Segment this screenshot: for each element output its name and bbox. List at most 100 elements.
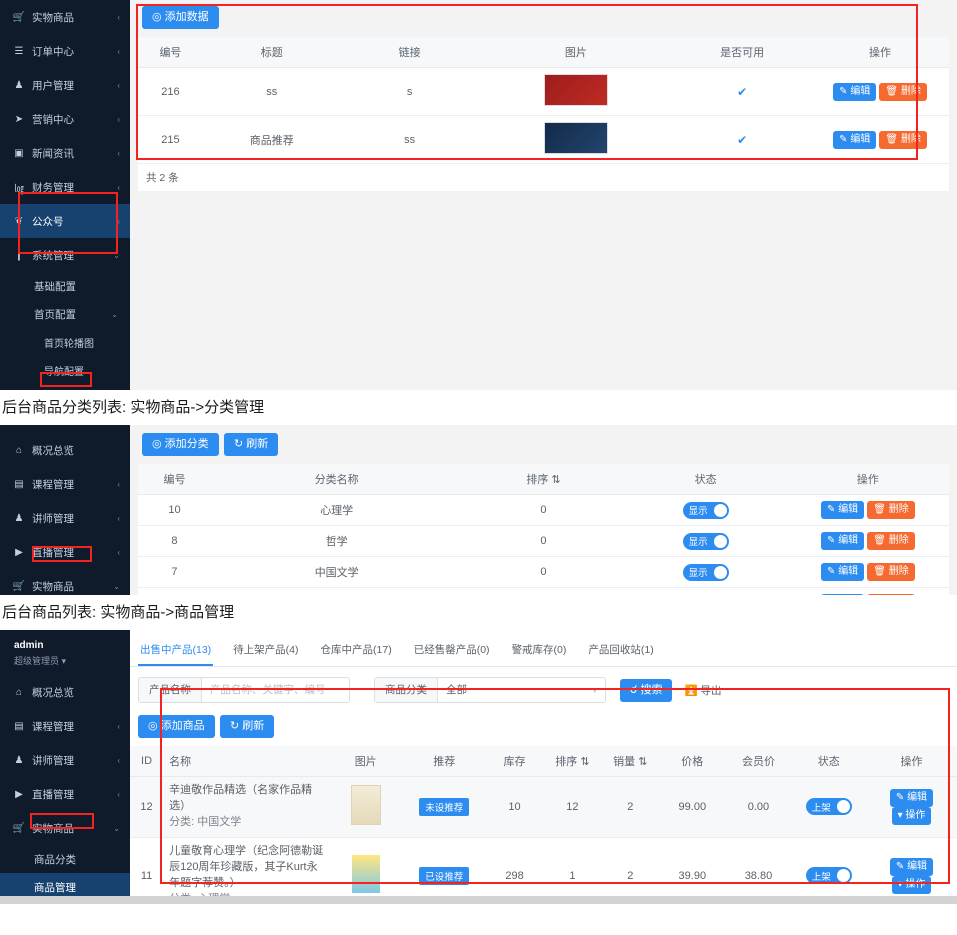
delete-button[interactable]: 🗑 删除 bbox=[867, 501, 915, 519]
edit-button[interactable]: ✎ 编辑 bbox=[833, 82, 877, 101]
table-row[interactable]: 8 哲学 0 显示 ✎ 编辑 🗑 删除 bbox=[138, 525, 949, 557]
shelf-toggle[interactable]: 上架 bbox=[805, 798, 852, 816]
tab-sold-out[interactable]: 已经售罄产品(0) bbox=[412, 638, 492, 666]
sidebar-item-shiwushangpin[interactable]: 🛒 实物商品 ⌄ bbox=[0, 569, 130, 595]
sidebar-item-jichupeizhi[interactable]: 基础配置 bbox=[0, 272, 130, 300]
recommend-badge[interactable]: 未设推荐 bbox=[419, 797, 470, 816]
edit-button[interactable]: ✎ 编辑 bbox=[889, 788, 934, 807]
status-toggle[interactable]: 显示 bbox=[682, 532, 729, 550]
tab-low-stock[interactable]: 警戒库存(0) bbox=[510, 638, 569, 666]
cart-icon: 🛒 bbox=[12, 822, 26, 834]
edit-button[interactable]: ✎ 编辑 bbox=[821, 532, 865, 550]
sort-icon[interactable]: ⇅ bbox=[551, 474, 560, 486]
sidebar-item-shiwushangpin[interactable]: 🛒 实物商品 ‹ bbox=[0, 0, 130, 34]
table-row[interactable]: 12 辛迪敬作品精选（名家作品精选） 分类: 中国文学 未设推荐 10 12 2… bbox=[130, 776, 957, 838]
sidebar-item-kechengguanli[interactable]: ▤ 课程管理 ‹ bbox=[0, 467, 130, 501]
col-sales[interactable]: 销量 ⇅ bbox=[601, 746, 660, 777]
cell-image bbox=[478, 67, 674, 116]
trash-icon: 🗑 bbox=[885, 85, 899, 97]
sidebar-item-yonghuguanli[interactable]: ♟ 用户管理 ‹ bbox=[0, 68, 130, 102]
status-toggle[interactable]: 显示 bbox=[682, 563, 729, 581]
sidebar-item-shouyehuodong[interactable]: 首页活动 bbox=[0, 384, 130, 390]
sidebar-sub-label: 首页配置 bbox=[34, 308, 76, 321]
pencil-icon: ✎ bbox=[895, 791, 905, 803]
sidebar-item-zhibaoguanli[interactable]: ▶ 直播管理 ‹ bbox=[0, 777, 130, 811]
tab-in-warehouse[interactable]: 仓库中产品(17) bbox=[319, 638, 394, 666]
sidebar-item-shangpinfenlei[interactable]: 商品分类 bbox=[0, 845, 130, 873]
sidebar-item-zhibaoguanli[interactable]: ▶ 直播管理 ‹ bbox=[0, 535, 130, 569]
sidebar-item-label: 实物商品 bbox=[32, 580, 74, 593]
add-product-button[interactable]: ◎ 添加商品 bbox=[138, 715, 215, 738]
refresh-button[interactable]: ↻ 刷新 bbox=[224, 433, 279, 456]
category-filter[interactable]: 商品分类 全部 ▾ bbox=[374, 677, 606, 703]
category-select-value[interactable]: 全部 bbox=[438, 678, 475, 702]
status-toggle[interactable]: 显示 bbox=[682, 501, 729, 519]
search-button[interactable]: ☌ 搜索 bbox=[620, 678, 673, 702]
sidebar-item-label: 讲师管理 bbox=[32, 512, 74, 525]
tab-pending-shelf[interactable]: 待上架产品(4) bbox=[231, 638, 300, 666]
sidebar-sub-label: 基础配置 bbox=[34, 280, 76, 293]
sort-icon[interactable]: ⇅ bbox=[638, 756, 647, 768]
sidebar-item-dingdanzhongxin[interactable]: ☰ 订单中心 ‹ bbox=[0, 34, 130, 68]
user-info[interactable]: admin 超级管理员 ▾ bbox=[0, 630, 130, 675]
table-row[interactable]: 10 心理学 0 显示 ✎ 编辑 🗑 删除 bbox=[138, 494, 949, 526]
export-button[interactable]: ⏫ 导出 bbox=[684, 683, 721, 698]
tab-on-sale[interactable]: 出售中产品(13) bbox=[138, 638, 214, 666]
tab-recycle-bin[interactable]: 产品回收站(1) bbox=[586, 638, 655, 666]
shelf-toggle[interactable]: 上架 bbox=[805, 867, 852, 885]
sidebar-item-shangpinguanli[interactable]: 商品管理 bbox=[0, 873, 130, 896]
col-sort[interactable]: 排序 ⇅ bbox=[543, 746, 602, 777]
table-row[interactable]: 216 ss s ✔ ✎ 编辑 🗑 删除 bbox=[138, 67, 949, 116]
horizontal-scrollbar[interactable] bbox=[0, 896, 957, 904]
sidebar-item-gaikuangzonglan[interactable]: ⌂ 概况总览 bbox=[0, 675, 130, 709]
col-sort[interactable]: 排序 ⇅ bbox=[462, 464, 625, 495]
chevron-right-icon: ‹ bbox=[117, 755, 120, 765]
edit-button[interactable]: ✎ 编辑 bbox=[821, 594, 865, 595]
sidebar-item-jiangshiguanli[interactable]: ♟ 讲师管理 ‹ bbox=[0, 501, 130, 535]
col-status: 状态 bbox=[791, 746, 866, 777]
table-row[interactable]: 11 儿童敬育心理学（纪念阿德勒诞辰120周年珍藏版，其子Kurt永年题字荐赞。… bbox=[130, 837, 957, 896]
sidebar-item-gongzhonghao[interactable]: ❦ 公众号 ‹ bbox=[0, 204, 130, 238]
sidebar-item-daohangpeizhi[interactable]: 导航配置 bbox=[0, 356, 130, 384]
edit-button[interactable]: ✎ 编辑 bbox=[889, 857, 934, 876]
delete-button[interactable]: 🗑 删除 bbox=[867, 563, 915, 581]
sidebar-item-shouyepeizhi[interactable]: 首页配置 ⌄ bbox=[0, 300, 130, 328]
product-name-input[interactable]: 产品名称、关键字、编号 bbox=[202, 678, 334, 702]
edit-button[interactable]: ✎ 编辑 bbox=[821, 501, 865, 519]
refresh-button[interactable]: ↻ 刷新 bbox=[220, 715, 275, 738]
cell-actions: ✎ 编辑 🗑 删除 bbox=[786, 525, 949, 557]
sidebar-item-xitongguanli[interactable]: ❙ 系统管理 ⌄ bbox=[0, 238, 130, 272]
sidebar-item-jiangshiguanli[interactable]: ♟ 讲师管理 ‹ bbox=[0, 743, 130, 777]
sidebar-item-shouyelunbotu[interactable]: 首页轮播图 bbox=[0, 328, 130, 356]
status-toggle[interactable]: 显示 bbox=[682, 594, 729, 595]
sidebar-item-caiwuguanli[interactable]: ㏒ 财务管理 ‹ bbox=[0, 170, 130, 204]
sidebar-item-yingxiaozhongxin[interactable]: ➤ 营销中心 ‹ bbox=[0, 102, 130, 136]
recommend-badge[interactable]: 已设推荐 bbox=[419, 866, 470, 885]
col-actions: 操作 bbox=[811, 37, 949, 68]
delete-button[interactable]: 🗑 删除 bbox=[867, 594, 915, 595]
table-row[interactable]: 6 经典著作 0 显示 ✎ 编辑 🗑 删除 bbox=[138, 587, 949, 595]
sidebar-item-shiwushangpin[interactable]: 🛒 实物商品 ⌄ bbox=[0, 811, 130, 845]
sidebar-item-gaikuangzonglan[interactable]: ⌂ 概况总览 bbox=[0, 433, 130, 467]
cell-name: 经典著作 bbox=[210, 587, 463, 595]
table-row[interactable]: 215 商品推荐 ss ✔ ✎ 编辑 🗑 删除 bbox=[138, 115, 949, 164]
delete-button[interactable]: 🗑 删除 bbox=[867, 532, 915, 550]
add-product-label: 添加商品 bbox=[160, 720, 205, 732]
sort-icon[interactable]: ⇅ bbox=[580, 756, 589, 768]
table-row[interactable]: 7 中国文学 0 显示 ✎ 编辑 🗑 删除 bbox=[138, 556, 949, 588]
add-data-button[interactable]: ◎ 添加数据 bbox=[142, 6, 219, 29]
edit-button[interactable]: ✎ 编辑 bbox=[833, 130, 877, 149]
product-name-filter[interactable]: 产品名称 产品名称、关键字、编号 bbox=[138, 677, 350, 703]
chevron-right-icon: ‹ bbox=[117, 114, 120, 124]
more-actions-button[interactable]: ▾ 操作 bbox=[891, 875, 932, 894]
sidebar-item-xinwenzixun[interactable]: ▣ 新闻资讯 ‹ bbox=[0, 136, 130, 170]
sidebar-item-kechengguanli[interactable]: ▤ 课程管理 ‹ bbox=[0, 709, 130, 743]
cell-id: 215 bbox=[138, 115, 203, 164]
delete-button[interactable]: 🗑 删除 bbox=[879, 82, 927, 101]
edit-button[interactable]: ✎ 编辑 bbox=[821, 563, 865, 581]
add-category-button[interactable]: ◎ 添加分类 bbox=[142, 433, 219, 456]
more-actions-button[interactable]: ▾ 操作 bbox=[891, 806, 932, 825]
banner-table: 编号 标题 链接 图片 是否可用 操作 216 ss s ✔ ✎ 编辑 🗑 删除… bbox=[138, 37, 949, 164]
delete-button[interactable]: 🗑 删除 bbox=[879, 130, 927, 149]
user-icon: ♟ bbox=[14, 79, 24, 91]
